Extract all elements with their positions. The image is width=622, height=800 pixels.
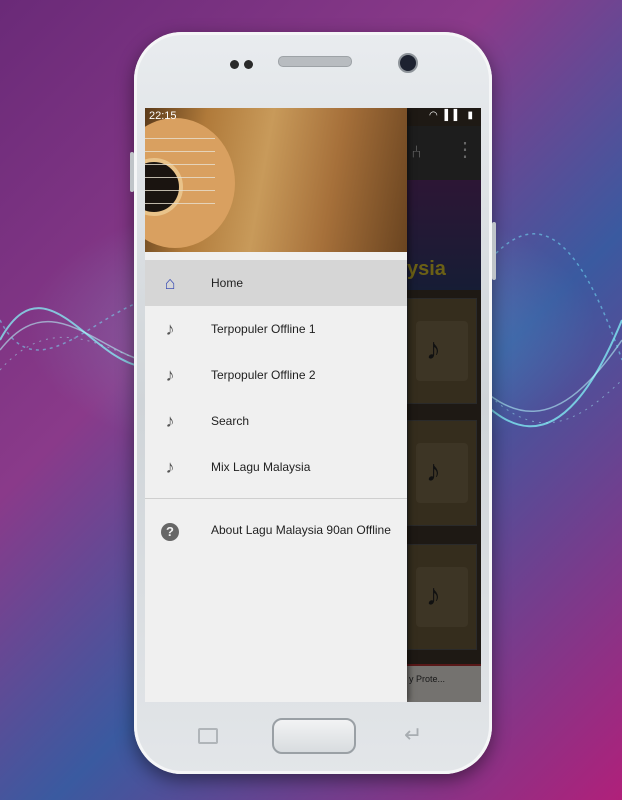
- menu-item-search[interactable]: ♪ Search: [145, 398, 407, 444]
- status-bar: 22:15 ◠ ▌▌ ▮: [145, 108, 481, 126]
- sensor-dots: [230, 56, 258, 74]
- help-circle-icon: ?: [161, 523, 179, 541]
- music-note-icon: ♪: [165, 457, 175, 477]
- volume-button: [130, 152, 134, 192]
- menu-divider: [145, 498, 407, 499]
- music-note-icon: ♪: [165, 319, 175, 339]
- menu-item-label: Terpopuler Offline 2: [211, 368, 316, 382]
- phone-screen: ⑃ ⋮ ysia ♪ ♪ ♪ y Prote... 22:15 ◠ ▌▌ ▮ ⌂…: [145, 108, 481, 702]
- menu-item-label: Home: [211, 276, 244, 290]
- guitar-strings: [145, 126, 215, 246]
- home-button[interactable]: [272, 718, 356, 754]
- drawer-header-image: [145, 108, 407, 252]
- menu-item-terpopuler-offline-2[interactable]: ♪ Terpopuler Offline 2: [145, 352, 407, 398]
- status-time: 22:15: [149, 110, 177, 122]
- drawer-menu: ⌂ Home ♪ Terpopuler Offline 1 ♪ Terpopul…: [145, 260, 407, 553]
- menu-item-label: Mix Lagu Malaysia: [211, 460, 311, 474]
- menu-item-home[interactable]: ⌂ Home: [145, 260, 407, 306]
- music-note-icon: ♪: [165, 365, 175, 385]
- home-icon: ⌂: [164, 273, 176, 293]
- menu-item-terpopuler-offline-1[interactable]: ♪ Terpopuler Offline 1: [145, 306, 407, 352]
- menu-item-label: Terpopuler Offline 1: [211, 322, 316, 336]
- menu-item-about[interactable]: ? About Lagu Malaysia 90an Offline: [145, 507, 407, 553]
- music-note-icon: ♪: [165, 411, 175, 431]
- recent-apps-key[interactable]: [198, 728, 218, 744]
- menu-item-label: Search: [211, 414, 250, 428]
- back-key-icon[interactable]: ↵: [404, 722, 422, 748]
- earpiece-speaker: [278, 56, 352, 67]
- menu-item-label: About Lagu Malaysia 90an Offline: [211, 523, 391, 537]
- power-button: [492, 222, 496, 280]
- menu-item-mix-lagu-malaysia[interactable]: ♪ Mix Lagu Malaysia: [145, 444, 407, 490]
- navigation-drawer: ⌂ Home ♪ Terpopuler Offline 1 ♪ Terpopul…: [145, 108, 407, 702]
- front-camera: [398, 53, 418, 73]
- status-icons: ◠ ▌▌ ▮: [429, 110, 475, 121]
